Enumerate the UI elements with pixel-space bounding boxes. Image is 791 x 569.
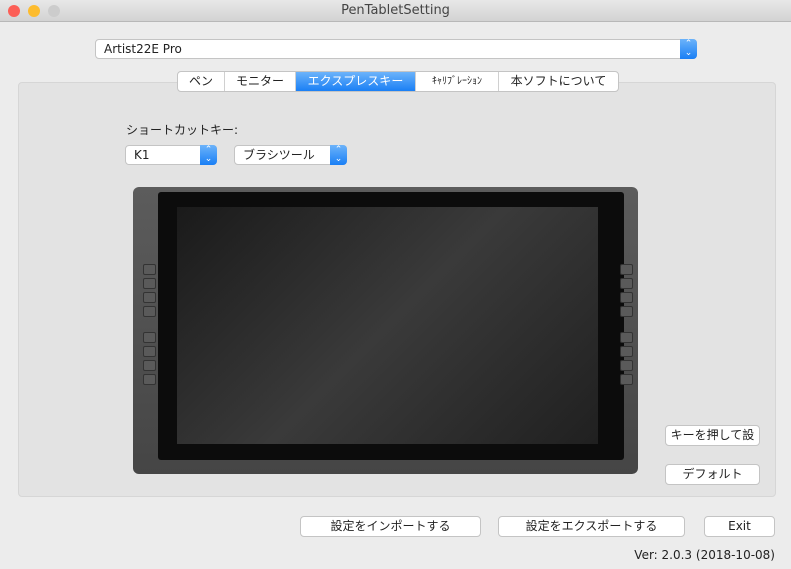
express-key-k15[interactable] (620, 360, 633, 371)
express-key-k13[interactable] (620, 332, 633, 343)
chevron-updown-icon: ⌃ ⌄ (200, 145, 217, 165)
function-select-value: ブラシツール (243, 148, 315, 162)
tab-express-keys[interactable]: エクスプレスキー (296, 72, 416, 91)
express-key-k7[interactable] (143, 360, 156, 371)
express-key-k10[interactable] (620, 278, 633, 289)
tablet-image (133, 187, 638, 474)
title-bar: PenTabletSetting (0, 0, 791, 22)
tab-bar: ペン モニター エクスプレスキー ｷｬﾘﾌﾞﾚｰｼｮﾝ 本ソフトについて (177, 71, 619, 92)
import-settings-button[interactable]: 設定をインポートする (300, 516, 481, 537)
function-select[interactable]: ブラシツール ⌃ ⌄ (234, 145, 347, 165)
key-select[interactable]: K1 ⌃ ⌄ (125, 145, 217, 165)
press-key-set-button[interactable]: キーを押して設 (665, 425, 760, 446)
tab-about[interactable]: 本ソフトについて (499, 72, 618, 91)
window-title: PenTabletSetting (341, 3, 450, 18)
express-key-k4[interactable] (143, 306, 156, 317)
version-label: Ver: 2.0.3 (2018-10-08) (634, 548, 775, 562)
express-key-k5[interactable] (143, 332, 156, 343)
default-button[interactable]: デフォルト (665, 464, 760, 485)
tablet-screen (177, 207, 598, 444)
tab-pen[interactable]: ペン (178, 72, 225, 91)
express-key-k8[interactable] (143, 374, 156, 385)
tablet-bezel (158, 192, 624, 460)
express-key-k9[interactable] (620, 264, 633, 275)
tab-monitor[interactable]: モニター (225, 72, 296, 91)
express-key-k2[interactable] (143, 278, 156, 289)
express-key-k6[interactable] (143, 346, 156, 357)
zoom-button[interactable] (48, 5, 60, 17)
tab-calibration[interactable]: ｷｬﾘﾌﾞﾚｰｼｮﾝ (416, 72, 499, 91)
express-key-k3[interactable] (143, 292, 156, 303)
express-key-k1[interactable] (143, 264, 156, 275)
shortcut-label: ショートカットキー: (126, 123, 239, 137)
close-button[interactable] (8, 5, 20, 17)
minimize-button[interactable] (28, 5, 40, 17)
chevron-updown-icon: ⌃ ⌄ (680, 39, 697, 59)
exit-button[interactable]: Exit (704, 516, 775, 537)
export-settings-button[interactable]: 設定をエクスポートする (498, 516, 685, 537)
express-key-k16[interactable] (620, 374, 633, 385)
chevron-updown-icon: ⌃ ⌄ (330, 145, 347, 165)
device-select-value: Artist22E Pro (104, 42, 182, 56)
express-key-k11[interactable] (620, 292, 633, 303)
express-key-k14[interactable] (620, 346, 633, 357)
express-key-k12[interactable] (620, 306, 633, 317)
device-select[interactable]: Artist22E Pro ⌃ ⌄ (95, 39, 697, 59)
key-select-value: K1 (134, 148, 150, 162)
